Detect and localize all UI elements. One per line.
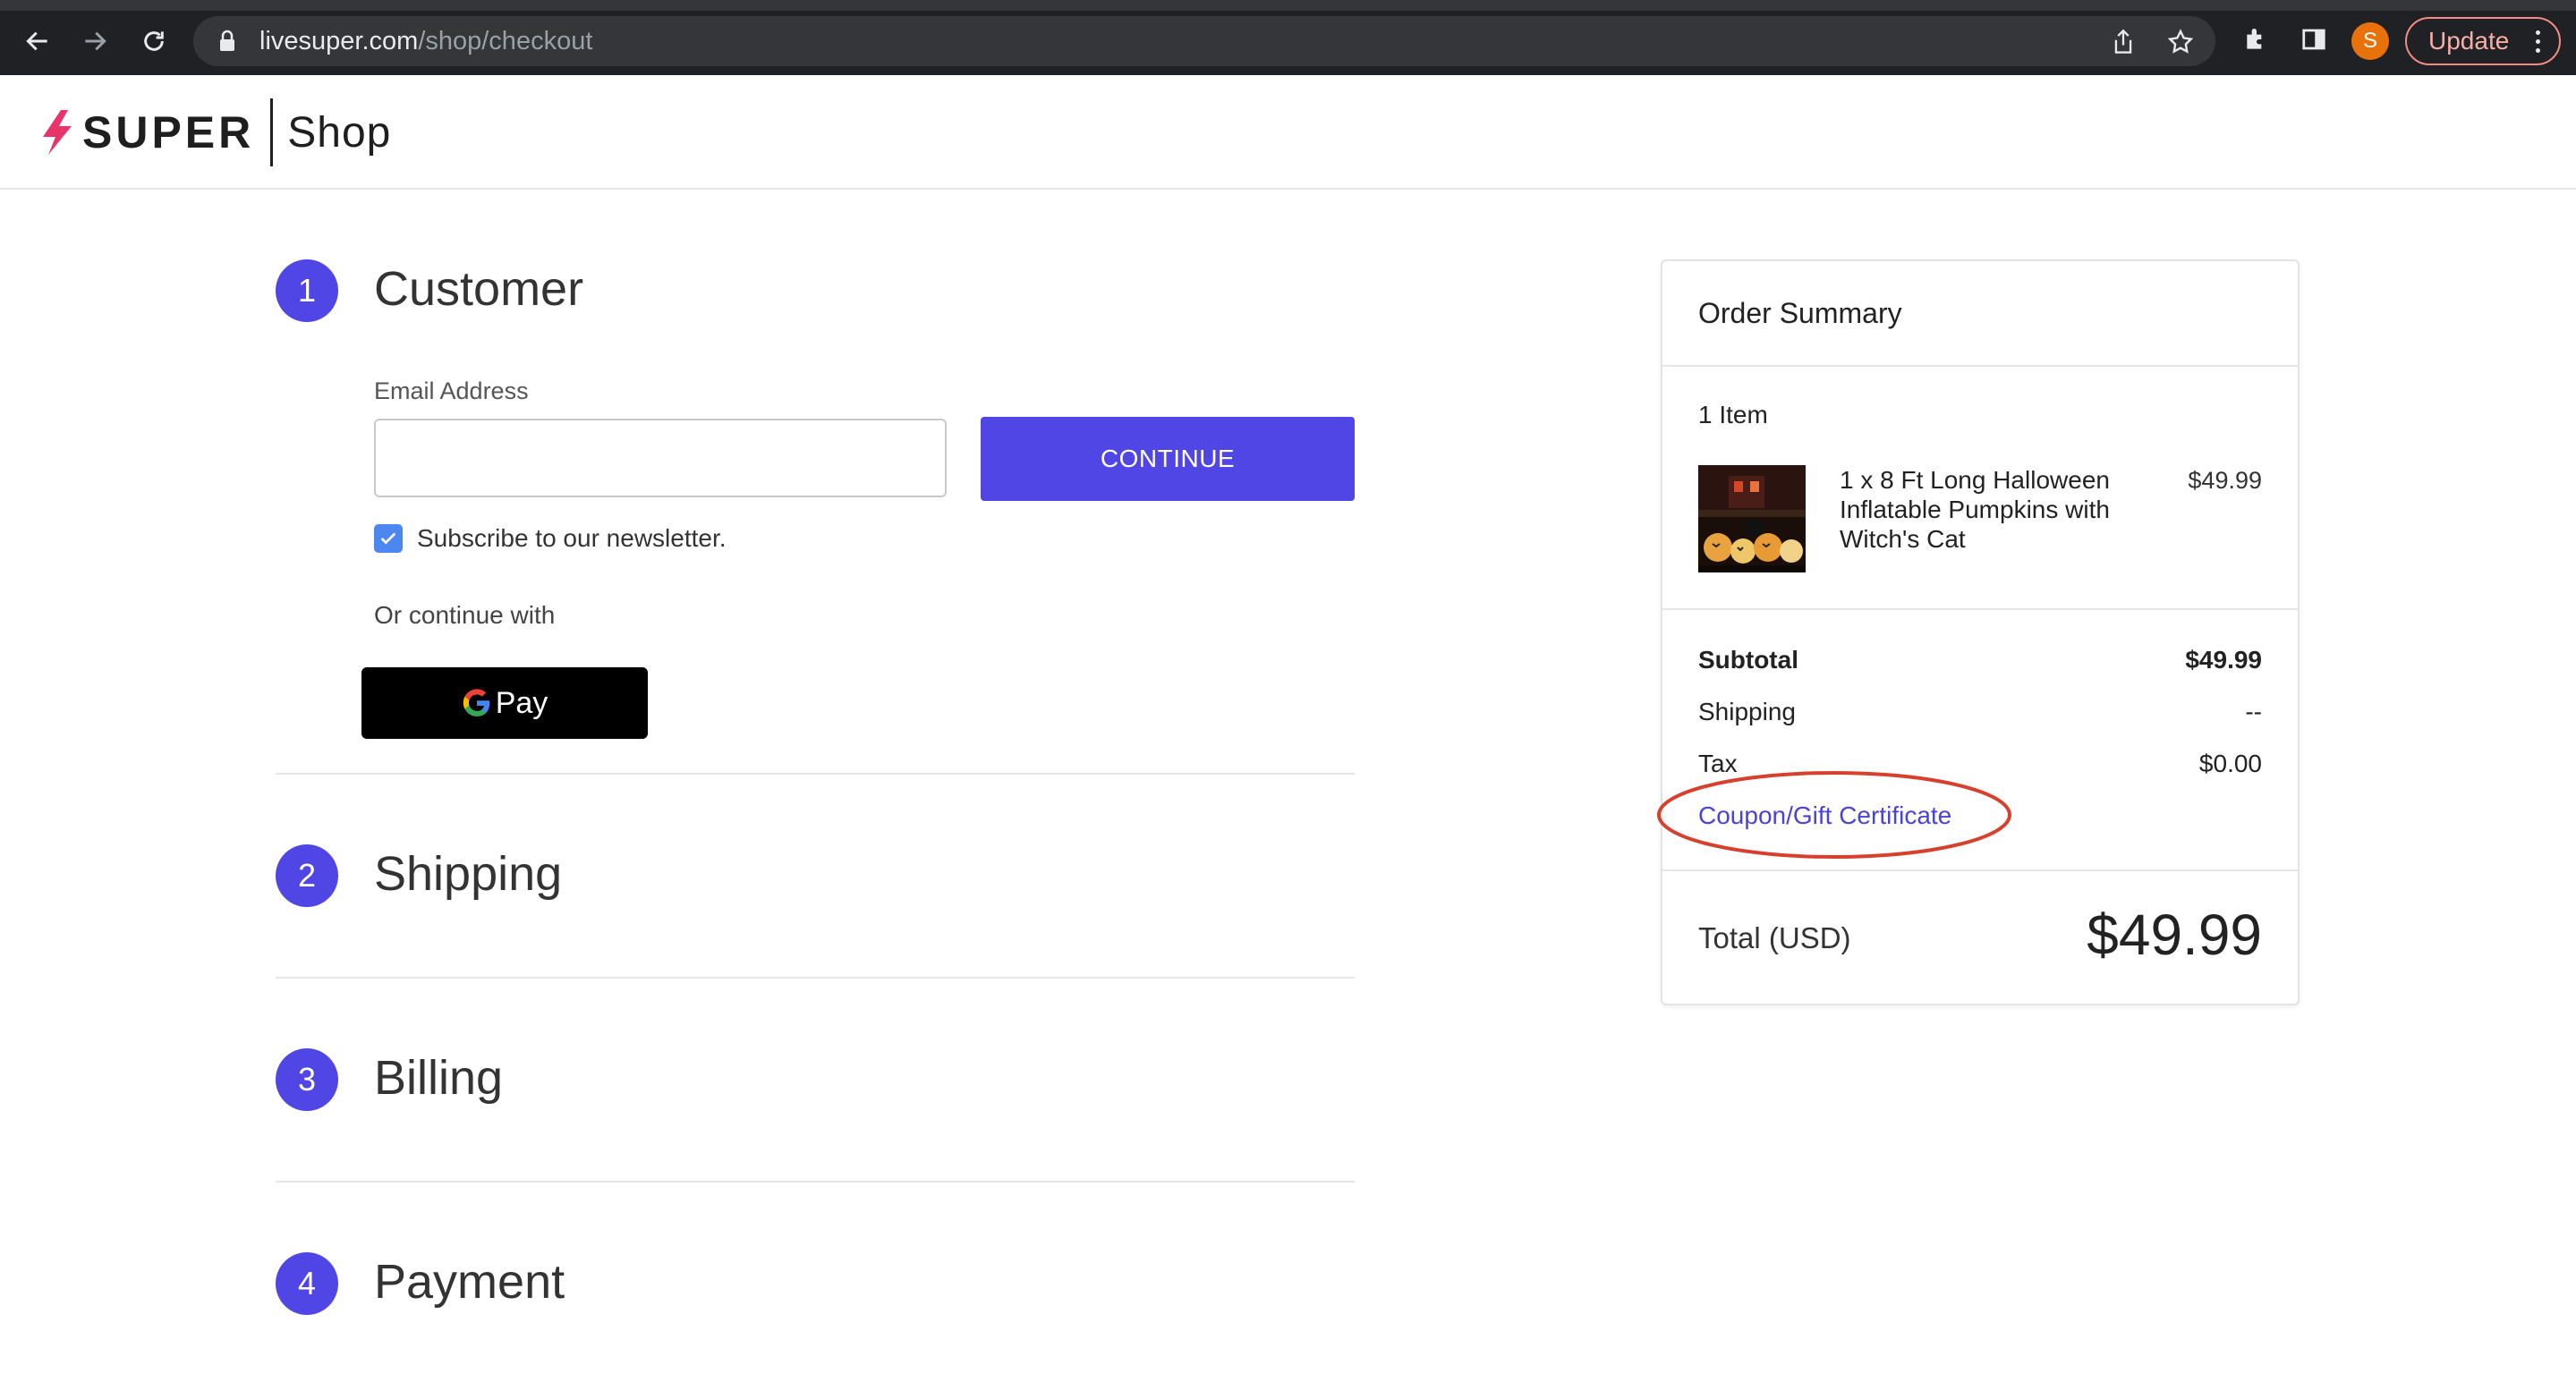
- step-number: 2: [276, 844, 338, 907]
- step-number: 4: [276, 1252, 338, 1315]
- address-bar[interactable]: livesuper.com/shop/checkout: [193, 16, 2215, 66]
- google-pay-button[interactable]: Pay: [361, 667, 648, 739]
- url-text[interactable]: livesuper.com/shop/checkout: [259, 27, 592, 56]
- shipping-label: Shipping: [1698, 698, 1796, 725]
- update-label: Update: [2428, 27, 2510, 55]
- email-input[interactable]: [374, 419, 947, 497]
- product-name: 1 x 8 Ft Long Halloween Inflatable Pumpk…: [1840, 466, 2110, 553]
- google-g-icon: [463, 689, 489, 716]
- extensions-puzzle-icon[interactable]: [2237, 20, 2276, 59]
- browser-toolbar: livesuper.com/shop/checkout S Update: [0, 0, 2576, 75]
- step-number: 3: [276, 1048, 338, 1111]
- logo-divider: [270, 98, 274, 166]
- gpay-label: Pay: [495, 685, 548, 720]
- total-label: Total (USD): [1698, 921, 1851, 954]
- product-thumbnail: [1698, 465, 1806, 572]
- product-price: $49.99: [2188, 467, 2262, 494]
- annotation-ellipse: [1657, 771, 2011, 859]
- order-summary-title: Order Summary: [1698, 297, 1902, 329]
- section-divider: [276, 1181, 1355, 1183]
- step-title: Shipping: [374, 847, 563, 901]
- step-title: Customer: [374, 262, 584, 316]
- newsletter-label[interactable]: Subscribe to our newsletter.: [417, 524, 727, 553]
- lock-icon[interactable]: [215, 27, 240, 55]
- bookmark-star-icon[interactable]: [2165, 27, 2196, 57]
- summary-divider: [1662, 608, 2298, 610]
- forward-icon[interactable]: [75, 21, 115, 61]
- kebab-menu-icon[interactable]: [2536, 30, 2541, 53]
- update-button[interactable]: Update: [2405, 17, 2561, 65]
- url-path: /shop/checkout: [418, 26, 593, 55]
- order-summary-panel: Order Summary 1 Item 1 x 8 Ft Long Hallo…: [1661, 259, 2300, 1005]
- total-value: $49.99: [2087, 903, 2262, 967]
- summary-divider: [1662, 365, 2298, 367]
- profile-avatar[interactable]: S: [2351, 22, 2389, 60]
- back-icon[interactable]: [18, 21, 57, 61]
- step-title: Payment: [374, 1255, 565, 1309]
- or-continue-text: Or continue with: [374, 601, 556, 629]
- email-label: Email Address: [374, 377, 529, 404]
- summary-divider: [1662, 869, 2298, 871]
- logo-super-text: SUPER: [82, 107, 255, 157]
- subtotal-value: $49.99: [2185, 646, 2262, 674]
- subtotal-label: Subtotal: [1698, 646, 1798, 674]
- section-divider: [276, 773, 1355, 775]
- super-shop-logo[interactable]: SUPER Shop: [41, 97, 391, 168]
- shipping-value: --: [2245, 698, 2262, 725]
- logo-shop-text: Shop: [287, 108, 392, 157]
- site-header: SUPER Shop: [0, 75, 2576, 190]
- newsletter-checkbox[interactable]: [374, 524, 403, 553]
- continue-button[interactable]: CONTINUE: [981, 417, 1355, 501]
- lightning-bolt-icon: [43, 110, 72, 155]
- side-panel-icon[interactable]: [2294, 20, 2334, 59]
- step-number: 1: [276, 259, 338, 322]
- url-host: livesuper.com: [259, 26, 419, 55]
- tab-strip: [0, 0, 2576, 11]
- tax-value: $0.00: [2198, 750, 2262, 777]
- section-divider: [276, 977, 1355, 979]
- items-count: 1 Item: [1698, 401, 1768, 428]
- checkmark-icon: [380, 532, 396, 545]
- reload-icon[interactable]: [134, 21, 174, 61]
- share-icon[interactable]: [2108, 27, 2138, 57]
- step-title: Billing: [374, 1051, 504, 1105]
